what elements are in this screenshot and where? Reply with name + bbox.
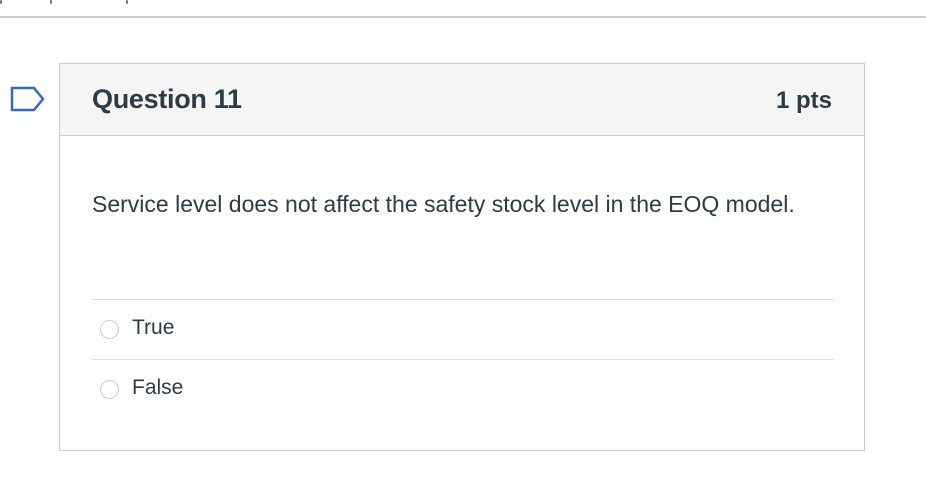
question-text: Service level does not affect the safety… (92, 191, 795, 217)
answer-option-true[interactable]: True (92, 299, 834, 359)
flag-question-icon[interactable] (10, 86, 46, 112)
question-header: Question 11 1 pts (60, 64, 864, 136)
answer-label[interactable]: True (132, 316, 174, 340)
cut-off-text-fragment (50, 0, 52, 4)
section-divider (0, 16, 926, 18)
answer-label[interactable]: False (132, 376, 183, 400)
cut-off-text-fragment (0, 0, 2, 4)
question-title: Question 11 (92, 84, 242, 114)
answer-list: True False (92, 299, 834, 419)
answer-option-false[interactable]: False (92, 359, 834, 419)
radio-button[interactable] (100, 380, 119, 399)
cut-off-text-fragment (126, 0, 128, 4)
previous-question-remnant (0, 0, 200, 10)
quiz-page: Question 11 1 pts Service level does not… (0, 0, 926, 492)
question-points: 1 pts (775, 87, 832, 114)
radio-button[interactable] (100, 320, 119, 339)
question-card: Question 11 1 pts Service level does not… (59, 63, 865, 451)
